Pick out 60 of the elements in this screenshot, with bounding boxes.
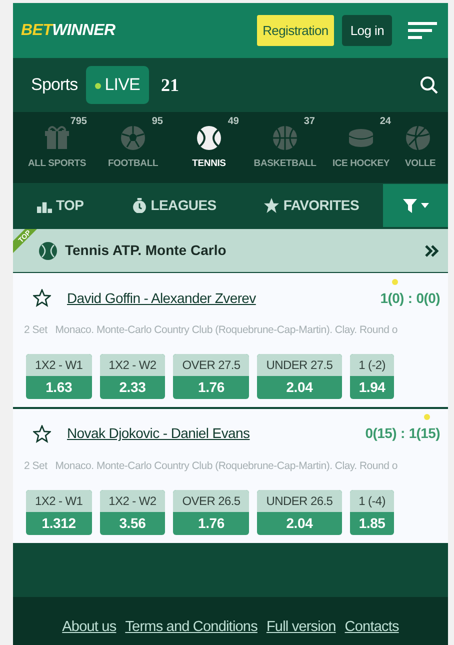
score: 1(15) xyxy=(408,414,440,444)
match-link[interactable]: Novak Djokovic - Daniel Evans xyxy=(67,423,250,444)
logo[interactable]: BETWINNER xyxy=(21,18,116,42)
sport-tab[interactable]: 24 ICE HOCKEY xyxy=(323,112,399,183)
live-count: 21 xyxy=(161,74,179,96)
match-period: 2 Set xyxy=(24,323,48,338)
odds-button[interactable]: 1X2 - W2 2.33 xyxy=(100,354,166,399)
top-tab[interactable]: TOP xyxy=(13,184,108,227)
star-icon[interactable] xyxy=(33,424,51,443)
sport-tab[interactable]: 37 BASKETBALL xyxy=(247,112,323,183)
tennis-ball-icon xyxy=(196,125,222,151)
serve-dot xyxy=(392,278,398,284)
live-button[interactable]: LIVE xyxy=(86,66,149,104)
footer-link[interactable]: About us xyxy=(62,617,116,639)
soccer-ball-icon xyxy=(120,125,146,151)
score-separator: : xyxy=(400,424,405,444)
basketball-icon xyxy=(272,125,298,151)
league-title: Tennis ATP. Monte Carlo xyxy=(65,241,226,260)
star-icon[interactable] xyxy=(33,289,51,307)
leagues-tab[interactable]: LEAGUES xyxy=(108,184,240,227)
volleyball-icon xyxy=(405,125,431,151)
odds-button[interactable]: 1X2 - W1 1.312 xyxy=(26,490,92,534)
odds-button[interactable]: 1 (-2) 1.94 xyxy=(350,354,394,399)
match-period: 2 Set xyxy=(24,458,48,474)
serve-dot xyxy=(424,414,430,420)
sport-tab[interactable]: 95 FOOTBALL xyxy=(95,112,171,183)
favorites-tab[interactable]: FAVORITES xyxy=(240,184,384,227)
odds-button[interactable]: OVER 27.5 1.76 xyxy=(173,354,250,399)
star-icon xyxy=(264,198,280,213)
footer-link[interactable]: Full version xyxy=(266,617,336,639)
tennis-ball-icon xyxy=(39,242,57,260)
odds-button[interactable]: 1X2 - W1 1.63 xyxy=(26,354,92,399)
sport-tab[interactable]: 795 ALL SPORTS xyxy=(19,112,95,183)
odds-button[interactable]: 1X2 - W2 3.56 xyxy=(100,490,166,534)
odds-button[interactable]: UNDER 26.5 2.04 xyxy=(257,490,342,534)
login-button[interactable]: Log in xyxy=(342,14,392,46)
caret-icon xyxy=(420,203,429,208)
odds-button[interactable]: UNDER 27.5 2.04 xyxy=(257,354,342,399)
score-separator: : xyxy=(408,288,412,308)
venue-text: Monaco. Monte-Carlo Country Club (Roquebrune-Cap-Martin). Clay. Round o xyxy=(55,458,398,474)
score: 0(15) xyxy=(365,424,396,444)
sport-tab[interactable]: 49 TENNIS xyxy=(171,112,247,183)
stopwatch-icon xyxy=(132,198,147,213)
footer-link[interactable]: Contacts xyxy=(344,617,399,639)
match-link[interactable]: David Goffin - Alexander Zverev xyxy=(67,288,256,308)
score: 0(0) xyxy=(416,288,440,308)
venue-text: Monaco. Monte-Carlo Country Club (Roquebrune-Cap-Martin). Clay. Round o xyxy=(55,323,398,338)
odds-button[interactable]: 1 (-4) 1.85 xyxy=(350,490,394,534)
sports-title[interactable]: Sports xyxy=(31,72,78,98)
filter-button[interactable] xyxy=(383,184,448,227)
filter-icon xyxy=(402,198,417,212)
menu-icon[interactable] xyxy=(408,22,438,40)
score: 1(0) xyxy=(380,278,404,308)
registration-button[interactable]: Registration xyxy=(256,14,334,46)
search-icon[interactable] xyxy=(420,76,438,94)
double-chevron-icon[interactable] xyxy=(424,244,440,258)
gift-icon xyxy=(44,125,70,151)
sport-tab[interactable]: VOLLE xyxy=(399,112,448,183)
footer-link[interactable]: Terms and Conditions xyxy=(125,617,258,639)
odds-button[interactable]: OVER 26.5 1.76 xyxy=(173,490,250,534)
